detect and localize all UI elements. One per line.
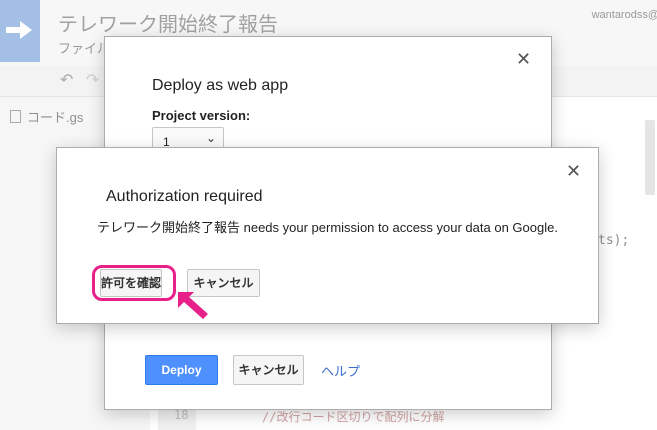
pointer-arrow-icon (178, 292, 208, 319)
authorization-title: Authorization required (106, 188, 263, 205)
chevron-down-icon: ⌄ (206, 131, 217, 145)
deploy-button[interactable]: Deploy (145, 355, 218, 385)
highlight-annotation (92, 265, 176, 301)
project-version-label: Project version: (152, 108, 251, 123)
deploy-cancel-button[interactable]: キャンセル (233, 355, 304, 385)
close-icon[interactable]: ✕ (516, 49, 531, 70)
close-icon[interactable]: ✕ (566, 161, 581, 182)
deploy-dialog-title: Deploy as web app (152, 77, 289, 94)
help-link[interactable]: ヘルプ (321, 361, 360, 380)
authorization-message: テレワーク開始終了報告 needs your permission to acc… (97, 220, 558, 235)
